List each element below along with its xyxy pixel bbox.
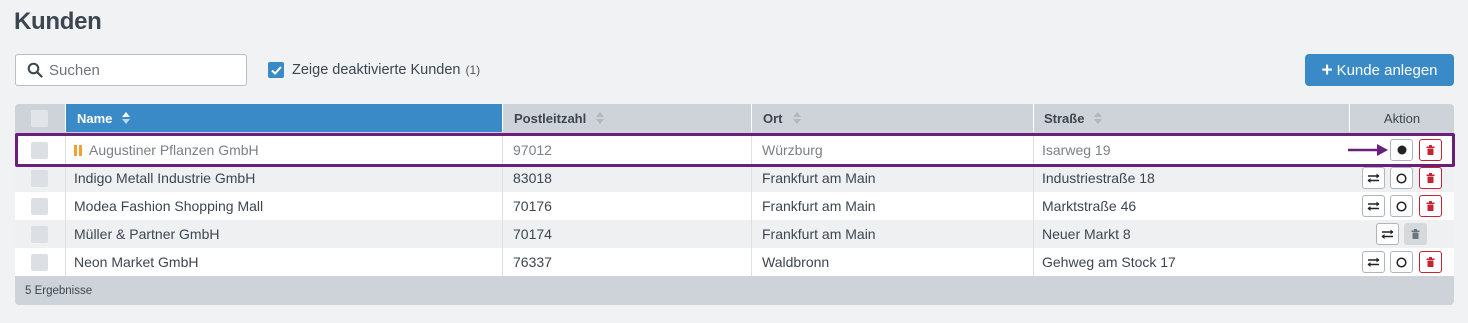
column-header-name-label: Name	[77, 110, 113, 126]
column-header-strasse-label: Straße	[1044, 110, 1085, 126]
column-header-plz[interactable]: Postleitzahl	[502, 104, 751, 132]
select-all-checkbox[interactable]	[31, 110, 48, 127]
cell-name: Müller & Partner GmbH	[65, 220, 502, 248]
cell-strasse: Gehweg am Stock 17	[1033, 248, 1349, 276]
cell-strasse: Marktstraße 46	[1033, 192, 1349, 220]
plus-icon: +	[1321, 59, 1333, 81]
sort-icon	[1094, 112, 1103, 124]
trash-icon	[1426, 173, 1435, 183]
delete-button[interactable]	[1419, 251, 1442, 273]
delete-button[interactable]	[1419, 195, 1442, 217]
row-checkbox[interactable]	[31, 170, 48, 187]
table-row[interactable]: Neon Market GmbH 76337 Waldbronn Gehweg …	[15, 248, 1454, 276]
cell-plz: 70174	[502, 220, 751, 248]
column-header-ort-label: Ort	[763, 110, 783, 126]
cell-plz: 83018	[502, 164, 751, 192]
sort-active-icon	[122, 112, 131, 124]
column-header-name[interactable]: Name	[65, 104, 502, 132]
swap-arrows-icon	[1381, 229, 1394, 239]
row-checkbox[interactable]	[31, 254, 48, 271]
search-box[interactable]	[15, 54, 247, 86]
results-count: 5 Ergebnisse	[25, 285, 93, 297]
trash-icon	[1426, 201, 1435, 211]
delete-button-disabled	[1404, 223, 1427, 245]
inactive-count: (1)	[465, 63, 481, 77]
circle-outline-icon	[1396, 200, 1407, 212]
cell-plz: 70176	[502, 192, 751, 220]
cell-strasse: Industriestraße 18	[1033, 164, 1349, 192]
cell-ort: Waldbronn	[751, 248, 1033, 276]
cell-ort: Frankfurt am Main	[751, 192, 1033, 220]
customer-name[interactable]: Müller & Partner GmbH	[74, 226, 219, 242]
circle-outline-icon	[1396, 256, 1407, 268]
cell-name: Modea Fashion Shopping Mall	[65, 192, 502, 220]
transfer-button[interactable]	[1362, 195, 1385, 217]
select-all-cell	[15, 104, 65, 132]
transfer-button[interactable]	[1362, 251, 1385, 273]
column-header-plz-label: Postleitzahl	[514, 110, 587, 126]
page-title: Kunden	[14, 8, 102, 35]
row-checkbox[interactable]	[31, 198, 48, 215]
column-header-aktion: Aktion	[1349, 104, 1454, 132]
cell-ort: Frankfurt am Main	[751, 220, 1033, 248]
transfer-button[interactable]	[1362, 167, 1385, 189]
table-row[interactable]: Indigo Metall Industrie GmbH 83018 Frank…	[15, 164, 1454, 192]
customer-name[interactable]: Indigo Metall Industrie GmbH	[74, 170, 255, 186]
circle-outline-icon	[1396, 172, 1407, 184]
row-checkbox[interactable]	[31, 226, 48, 243]
search-icon	[27, 62, 43, 78]
column-header-ort[interactable]: Ort	[751, 104, 1033, 132]
cell-strasse: Neuer Markt 8	[1033, 220, 1349, 248]
add-customer-label: Kunde anlegen	[1336, 61, 1438, 79]
cell-name: Indigo Metall Industrie GmbH	[65, 164, 502, 192]
delete-button[interactable]	[1419, 167, 1442, 189]
swap-arrows-icon	[1367, 201, 1380, 211]
cell-name: Neon Market GmbH	[65, 248, 502, 276]
show-inactive-toggle[interactable]: Zeige deaktivierte Kunden (1)	[268, 62, 480, 78]
column-header-strasse[interactable]: Straße	[1033, 104, 1349, 132]
customer-name[interactable]: Modea Fashion Shopping Mall	[74, 198, 263, 214]
swap-arrows-icon	[1367, 257, 1380, 267]
show-inactive-checkbox[interactable]	[268, 62, 284, 78]
pointer-arrow-icon	[1348, 144, 1388, 156]
deactivate-button[interactable]	[1390, 251, 1413, 273]
sort-icon	[792, 112, 801, 124]
deactivate-button[interactable]	[1390, 167, 1413, 189]
table-row[interactable]: Müller & Partner GmbH 70174 Frankfurt am…	[15, 220, 1454, 248]
swap-arrows-icon	[1367, 173, 1380, 183]
table-header: Name Postleitzahl Ort Straße Aktion	[15, 104, 1454, 132]
checkmark-icon	[270, 65, 282, 75]
table-row[interactable]: Modea Fashion Shopping Mall 70176 Frankf…	[15, 192, 1454, 220]
search-input[interactable]	[49, 61, 239, 79]
add-customer-button[interactable]: + Kunde anlegen	[1305, 54, 1454, 86]
column-header-aktion-label: Aktion	[1383, 110, 1421, 126]
deactivate-button[interactable]	[1390, 195, 1413, 217]
sort-icon	[596, 112, 605, 124]
show-inactive-label: Zeige deaktivierte Kunden	[292, 62, 461, 78]
transfer-button[interactable]	[1376, 223, 1399, 245]
row-highlight-frame	[15, 133, 1455, 167]
cell-plz: 76337	[502, 248, 751, 276]
customer-name[interactable]: Neon Market GmbH	[74, 254, 198, 270]
cell-ort: Frankfurt am Main	[751, 164, 1033, 192]
trash-icon	[1426, 257, 1435, 267]
trash-icon	[1411, 229, 1420, 239]
